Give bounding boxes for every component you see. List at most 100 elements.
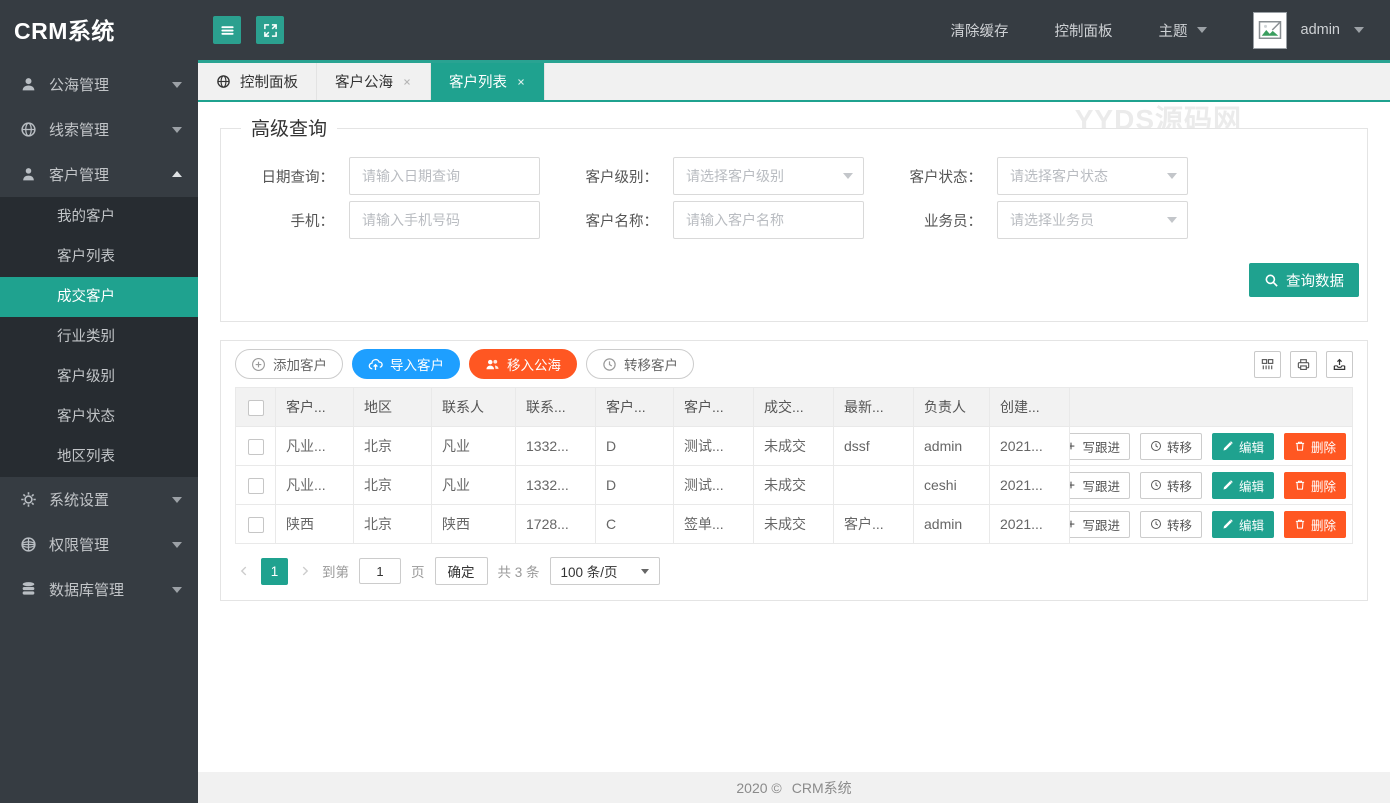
cell-latest-follow: dssf — [834, 427, 914, 466]
trash-icon — [1294, 479, 1306, 491]
transfer-button[interactable]: 转移 — [1140, 511, 1202, 538]
sidebar-item-database[interactable]: 数据库管理 — [0, 567, 198, 612]
row-checkbox[interactable] — [248, 517, 264, 533]
close-icon[interactable] — [516, 77, 526, 87]
delete-button[interactable]: 删除 — [1284, 472, 1346, 499]
cell-deal-status: 未成交 — [754, 466, 834, 505]
cell-contact: 陕西 — [432, 505, 516, 544]
prev-page-button[interactable] — [237, 564, 251, 578]
goto-page-input[interactable] — [359, 558, 401, 584]
app-logo: CRM系统 — [0, 0, 198, 62]
sidebar-item-customers[interactable]: 客户管理 — [0, 152, 198, 197]
footer-brand: CRM系统 — [792, 778, 852, 798]
cell-contact-phone: 1332... — [516, 466, 596, 505]
button-label: 写跟进 — [1082, 437, 1120, 456]
next-page-button[interactable] — [298, 564, 312, 578]
tab-label: 客户公海 — [335, 71, 393, 92]
hamburger-icon — [220, 23, 235, 38]
transfer-button[interactable]: 转移 — [1140, 433, 1202, 460]
cell-customer-name: 凡业... — [276, 466, 354, 505]
cell-owner: admin — [914, 427, 990, 466]
database-icon — [20, 581, 37, 598]
sidebar-item-region-list[interactable]: 地区列表 — [0, 437, 198, 477]
sidebar-item-customer-list[interactable]: 客户列表 — [0, 237, 198, 277]
avatar[interactable] — [1253, 12, 1287, 49]
button-label: 编辑 — [1239, 437, 1264, 456]
pencil-icon — [1222, 440, 1234, 452]
theme-dropdown[interactable]: 主题 — [1159, 20, 1207, 41]
row-actions: 写跟进 转移 编辑 删除 — [1076, 433, 1346, 460]
edit-button[interactable]: 编辑 — [1212, 472, 1274, 499]
chevron-down-icon — [641, 569, 649, 574]
advanced-query-panel: 高级查询 日期查询： 客户级别： 请选择客户级别 客户状态： 请选择客户状态 — [220, 128, 1368, 322]
write-follow-up-button[interactable]: 写跟进 — [1070, 472, 1130, 499]
clear-cache-link[interactable]: 清除缓存 — [951, 20, 1009, 41]
import-customer-button[interactable]: 导入客户 — [352, 349, 460, 379]
page-unit-label: 页 — [411, 561, 425, 581]
edit-button[interactable]: 编辑 — [1212, 511, 1274, 538]
salesman-select[interactable]: 请选择业务员 — [997, 201, 1188, 239]
query-data-button[interactable]: 查询数据 — [1249, 263, 1359, 297]
customer-status-select[interactable]: 请选择客户状态 — [997, 157, 1188, 195]
per-page-select[interactable]: 100 条/页 — [550, 557, 660, 585]
transfer-customer-button[interactable]: 转移客户 — [586, 349, 694, 379]
move-to-public-sea-button[interactable]: 移入公海 — [469, 349, 577, 379]
clock-icon — [1150, 479, 1162, 491]
user-dropdown[interactable]: admin — [1253, 12, 1365, 49]
button-label: 删除 — [1311, 476, 1336, 495]
edit-button[interactable]: 编辑 — [1212, 433, 1274, 460]
sidebar-item-industry-category[interactable]: 行业类别 — [0, 317, 198, 357]
button-label: 转移 — [1167, 476, 1192, 495]
fullscreen-button[interactable] — [256, 16, 284, 44]
sidebar-item-customer-status[interactable]: 客户状态 — [0, 397, 198, 437]
tab-control-panel[interactable]: 控制面板 — [198, 63, 317, 100]
row-checkbox[interactable] — [248, 478, 264, 494]
phone-input[interactable] — [349, 201, 540, 239]
cell-contact-phone: 1332... — [516, 427, 596, 466]
pencil-icon — [1222, 518, 1234, 530]
customer-table-panel: 添加客户 导入客户 移入公海 转移客户 — [220, 340, 1368, 601]
export-button[interactable] — [1326, 351, 1353, 378]
chevron-up-icon — [172, 171, 182, 177]
delete-button[interactable]: 删除 — [1284, 433, 1346, 460]
plus-icon — [1070, 479, 1078, 491]
sidebar-item-public-sea[interactable]: 公海管理 — [0, 62, 198, 107]
table-toolbar: 添加客户 导入客户 移入公海 转移客户 — [235, 341, 1353, 387]
columns-toggle-button[interactable] — [1254, 351, 1281, 378]
write-follow-up-button[interactable]: 写跟进 — [1070, 511, 1130, 538]
tab-customer-list[interactable]: 客户列表 — [431, 63, 545, 100]
topbar: 清除缓存 控制面板 主题 admin — [198, 0, 1390, 60]
chevron-down-icon — [172, 587, 182, 593]
print-button[interactable] — [1290, 351, 1317, 378]
add-customer-button[interactable]: 添加客户 — [235, 349, 343, 379]
sidebar-item-permissions[interactable]: 权限管理 — [0, 522, 198, 567]
chevron-down-icon — [843, 173, 853, 179]
tab-customer-public-sea[interactable]: 客户公海 — [317, 63, 431, 100]
button-label: 移入公海 — [507, 354, 561, 374]
date-query-input[interactable] — [349, 157, 540, 195]
select-placeholder: 请选择业务员 — [1010, 210, 1094, 230]
close-icon[interactable] — [402, 77, 412, 87]
collapse-menu-button[interactable] — [213, 16, 241, 44]
page-number[interactable]: 1 — [261, 558, 288, 585]
customers-submenu: 我的客户 客户列表 成交客户 行业类别 客户级别 客户状态 地区列表 — [0, 197, 198, 477]
confirm-page-button[interactable]: 确定 — [435, 557, 488, 585]
export-icon — [1332, 357, 1347, 372]
sidebar-item-my-customers[interactable]: 我的客户 — [0, 197, 198, 237]
cell-contact: 凡业 — [432, 466, 516, 505]
write-follow-up-button[interactable]: 写跟进 — [1070, 433, 1130, 460]
row-checkbox[interactable] — [248, 439, 264, 455]
cell-contact: 凡业 — [432, 427, 516, 466]
delete-button[interactable]: 删除 — [1284, 511, 1346, 538]
select-all-checkbox[interactable] — [248, 400, 264, 416]
customer-name-input[interactable] — [673, 201, 864, 239]
transfer-button[interactable]: 转移 — [1140, 472, 1202, 499]
sidebar-item-customer-level[interactable]: 客户级别 — [0, 357, 198, 397]
customer-level-select[interactable]: 请选择客户级别 — [673, 157, 864, 195]
sidebar-item-leads[interactable]: 线索管理 — [0, 107, 198, 152]
cell-latest-follow: 客户... — [834, 505, 914, 544]
sidebar-item-system-settings[interactable]: 系统设置 — [0, 477, 198, 522]
clock-icon — [602, 357, 617, 372]
control-panel-link[interactable]: 控制面板 — [1055, 20, 1113, 41]
sidebar-item-deal-customers[interactable]: 成交客户 — [0, 277, 198, 317]
